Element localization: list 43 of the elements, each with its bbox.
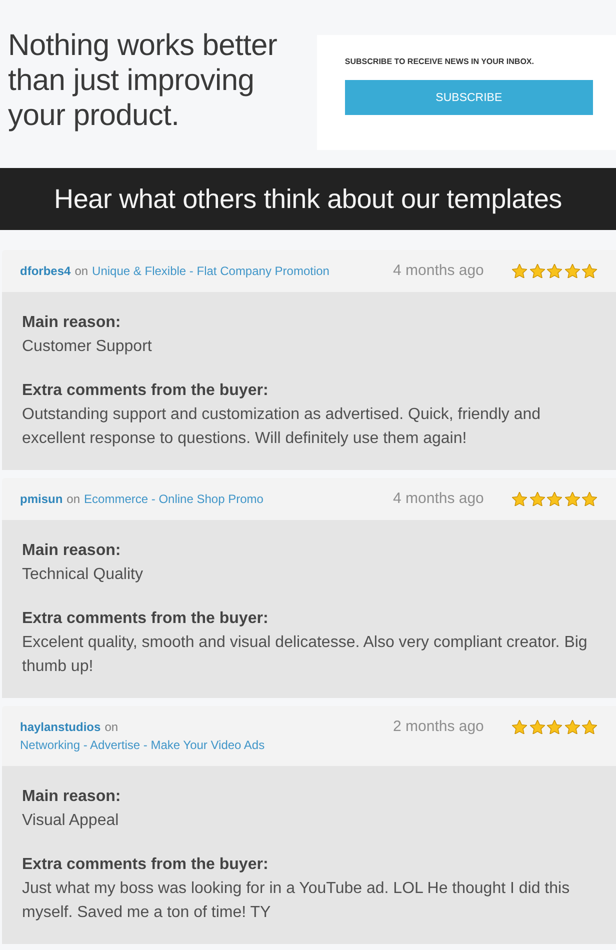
preposition-text: on <box>104 720 118 734</box>
comments-label: Extra comments from the buyer: <box>22 609 270 629</box>
username-link[interactable]: dforbes4 <box>20 264 71 278</box>
comments-text: Excelent quality, smooth and visual delicatesse. Also very compliant creator. Big thumb up! <box>22 633 588 677</box>
product-link[interactable]: Networking - Advertise - Make Your Video Ads <box>20 736 265 754</box>
star-icon <box>564 264 580 278</box>
reason-text: Technical Quality <box>22 565 144 585</box>
reason-label: Main reason: <box>22 541 122 561</box>
username-link[interactable]: pmisun <box>20 492 63 506</box>
subscribe-button[interactable]: SUBSCRIBE <box>344 80 593 115</box>
star-icon <box>547 264 562 278</box>
star-icon <box>547 492 562 506</box>
review-time: 4 months ago <box>393 262 484 279</box>
username-link[interactable]: haylanstudios <box>20 720 101 734</box>
review-time: 4 months ago <box>393 490 484 507</box>
preposition-text: on <box>66 492 80 506</box>
star-icon <box>547 720 562 734</box>
product-link[interactable]: Ecommerce - Online Shop Promo <box>84 490 264 508</box>
star-icon <box>564 720 580 734</box>
star-icon <box>512 264 527 278</box>
product-link[interactable]: Unique & Flexible - Flat Company Promotion <box>92 262 330 280</box>
star-icon <box>582 492 597 506</box>
star-icon <box>582 264 597 278</box>
star-icon <box>564 492 580 506</box>
comments-text: Outstanding support and customization as advertised. Quick, friendly and excellent response to questions. Will definitely use them again! <box>22 405 542 449</box>
comments-label: Extra comments from the buyer: <box>22 855 270 875</box>
section-heading: Hear what others think about our templates <box>0 168 616 230</box>
star-icon <box>582 720 597 734</box>
headline: Nothing works better than just improving your product. <box>8 28 278 133</box>
preposition-text: on <box>74 264 88 278</box>
review-time: 2 months ago <box>393 718 484 735</box>
star-icon <box>530 264 544 278</box>
subscribe-prompt: SUBSCRIBE TO RECEIVE NEWS IN YOUR INBOX. <box>344 57 535 67</box>
reason-text: Visual Appeal <box>22 811 120 831</box>
star-icon <box>530 720 544 734</box>
reason-label: Main reason: <box>22 787 122 807</box>
reason-text: Customer Support <box>22 337 153 357</box>
star-icon <box>530 492 544 506</box>
star-icon <box>512 492 527 506</box>
star-icon <box>512 720 527 734</box>
reason-label: Main reason: <box>22 313 122 333</box>
comments-text: Just what my boss was looking for in a YouTube ad. LOL He thought I did this myself. Saved me a ton of time! TY <box>22 879 571 923</box>
comments-label: Extra comments from the buyer: <box>22 381 270 401</box>
